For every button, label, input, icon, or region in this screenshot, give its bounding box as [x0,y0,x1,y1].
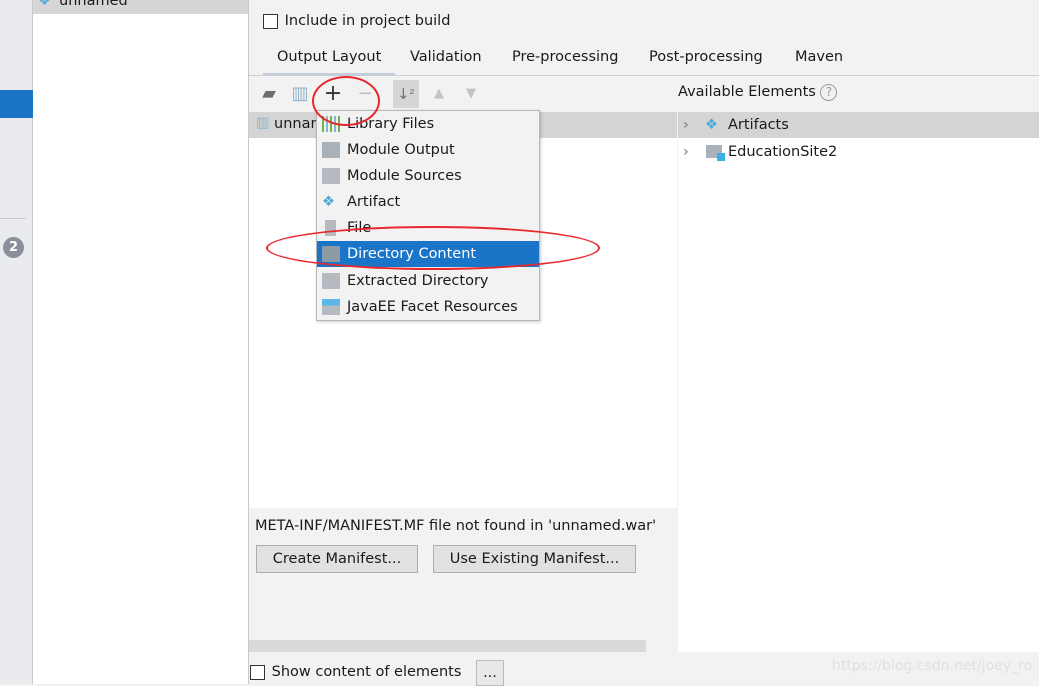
artifact-list: ❖ unnamed [33,0,249,684]
file-icon [325,220,336,236]
checkbox[interactable] [263,13,278,29]
artifact-list-item[interactable]: ❖ unnamed [33,0,248,14]
tree-item-artifacts[interactable]: › ❖ Artifacts [678,112,1039,138]
more-button[interactable]: ... [476,660,504,686]
chevron-right-icon[interactable]: › [683,139,689,165]
menu-item-artifact[interactable]: ❖ Artifact [317,189,539,215]
archive-icon[interactable]: ▥ [287,80,313,108]
include-in-build-checkbox[interactable]: Include in project build [263,13,450,29]
artifact-icon: ❖ [322,194,335,210]
tab-bar: Output Layout Validation Pre-processing … [249,44,1039,76]
javaee-icon [322,299,340,315]
available-elements-title: Available Elements ? [678,84,838,101]
help-icon[interactable]: ? [820,84,838,101]
tab-output-layout[interactable]: Output Layout [262,49,396,76]
artifact-icon: ❖ [38,0,51,9]
watermark: https://blog.csdn.net/joey_ro [832,658,1033,674]
tab-maven[interactable]: Maven [795,49,843,65]
horizontal-scrollbar[interactable] [249,640,646,652]
menu-item-module-sources[interactable]: Module Sources [317,163,539,189]
tree-item-module[interactable]: › EducationSite2 [678,139,1039,165]
checkbox[interactable] [250,664,265,680]
tool-window-strip: 2 [0,0,33,684]
library-icon [322,116,340,132]
sort-icon[interactable]: ↓ᶻ [393,80,419,108]
tab-pre-processing[interactable]: Pre-processing [512,49,618,65]
new-folder-icon[interactable]: ▰ [256,80,282,108]
add-icon[interactable]: + [320,80,346,108]
manifest-message: META-INF/MANIFEST.MF file not found in '… [255,518,657,534]
add-element-menu: Library Files Module Output Module Sourc… [316,110,540,321]
divider [0,218,26,219]
war-archive-icon: ▥ [256,115,270,131]
show-content-checkbox[interactable]: Show content of elements [250,664,461,680]
create-manifest-button[interactable]: Create Manifest... [256,545,418,573]
favorites-badge[interactable]: 2 [3,237,24,258]
menu-item-directory-content[interactable]: Directory Content [317,241,539,267]
menu-item-library-files[interactable]: Library Files [317,111,539,137]
remove-icon[interactable]: − [352,80,378,108]
strip-selected-item[interactable] [0,90,33,118]
module-sources-icon [322,168,340,184]
menu-item-extracted-directory[interactable]: Extracted Directory [317,268,539,294]
available-elements-tree: › ❖ Artifacts › EducationSite2 [678,112,1039,652]
artifact-icon: ❖ [705,117,718,133]
move-up-icon[interactable]: ▲ [426,80,452,108]
module-output-icon [322,142,340,158]
extracted-directory-icon [322,273,340,289]
move-down-icon[interactable]: ▼ [458,80,484,108]
menu-item-module-output[interactable]: Module Output [317,137,539,163]
menu-item-javaee-facet-resources[interactable]: JavaEE Facet Resources [317,294,539,320]
chevron-right-icon[interactable]: › [683,112,689,138]
tab-post-processing[interactable]: Post-processing [649,49,763,65]
use-existing-manifest-button[interactable]: Use Existing Manifest... [433,545,636,573]
folder-icon [322,246,340,262]
tab-validation[interactable]: Validation [410,49,482,65]
module-folder-icon [706,145,725,161]
menu-item-file[interactable]: File [317,215,539,241]
